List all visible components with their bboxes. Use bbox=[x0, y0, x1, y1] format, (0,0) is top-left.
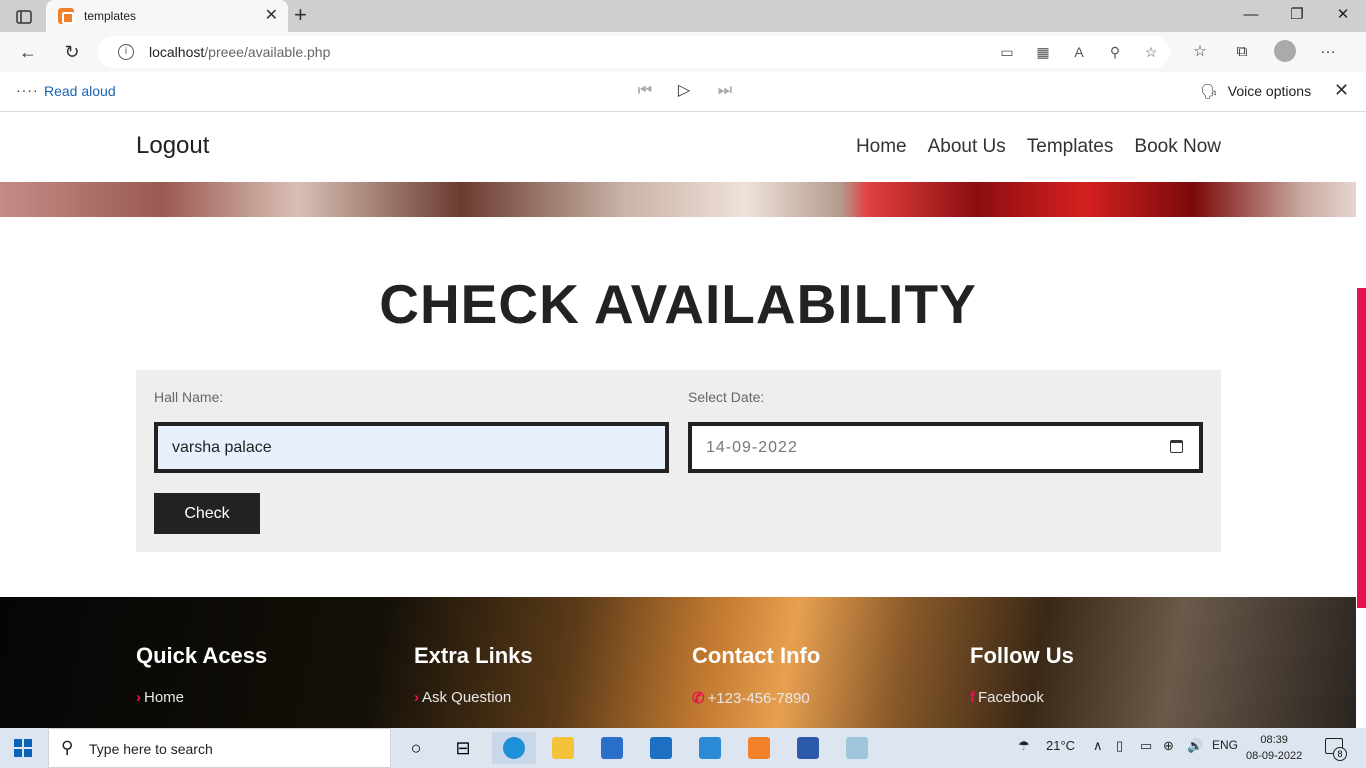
logout-link[interactable]: Logout bbox=[136, 132, 209, 160]
edge-app-icon[interactable] bbox=[492, 732, 536, 764]
date-input[interactable]: 14-09-2022 bbox=[688, 422, 1203, 473]
weather-icon[interactable]: ☂ bbox=[1018, 738, 1030, 754]
windows-start-icon[interactable] bbox=[14, 739, 32, 757]
notepad-icon[interactable] bbox=[835, 732, 879, 764]
xampp-favicon-icon bbox=[58, 8, 74, 24]
menu-about-us[interactable]: About Us bbox=[928, 136, 1006, 158]
word-icon[interactable] bbox=[786, 732, 830, 764]
add-favorite-icon[interactable]: ☆ bbox=[1142, 42, 1160, 62]
header-banner-image bbox=[0, 182, 1356, 217]
search-placeholder: Type here to search bbox=[89, 741, 213, 757]
volume-icon[interactable]: 🔊 bbox=[1187, 738, 1203, 754]
footer-heading: Contact Info bbox=[692, 643, 821, 668]
check-button[interactable]: Check bbox=[154, 493, 260, 534]
chevron-right-icon: › bbox=[136, 689, 141, 706]
tab-actions-icon[interactable] bbox=[10, 6, 38, 28]
notification-count: 8 bbox=[1333, 747, 1347, 761]
app-available-icon[interactable]: ▭ bbox=[998, 42, 1016, 62]
profile-avatar[interactable] bbox=[1274, 40, 1296, 62]
close-read-aloud-icon[interactable]: ✕ bbox=[1334, 80, 1349, 100]
url-text: localhost/preee/available.php bbox=[149, 44, 331, 60]
play-icon[interactable]: ▷ bbox=[672, 81, 696, 101]
chevron-right-icon: › bbox=[414, 689, 419, 706]
file-explorer-icon[interactable] bbox=[541, 732, 585, 764]
zoom-icon[interactable]: ⚲ bbox=[1106, 42, 1124, 62]
footer-extra-links: Extra Links › Ask Question bbox=[414, 643, 533, 706]
system-clock[interactable]: 08:39 08-09-2022 bbox=[1246, 732, 1302, 764]
footer-heading: Follow Us bbox=[970, 643, 1074, 668]
footer-link-facebook[interactable]: f Facebook bbox=[970, 689, 1074, 706]
phone-icon: ✆ bbox=[692, 690, 705, 707]
collections-icon[interactable]: ⧉ bbox=[1232, 40, 1252, 64]
tab-close-icon[interactable]: ✕ bbox=[265, 6, 278, 26]
device-icon[interactable]: ▯ bbox=[1116, 738, 1123, 754]
menu-templates[interactable]: Templates bbox=[1027, 136, 1114, 158]
voice-icon: 🗣 bbox=[1200, 83, 1218, 99]
footer-link-home[interactable]: › Home bbox=[136, 689, 267, 706]
cortana-icon[interactable]: ○ bbox=[394, 732, 438, 764]
footer-phone[interactable]: ✆ +123-456-7890 bbox=[692, 689, 820, 707]
task-view-icon[interactable]: ⊟ bbox=[441, 732, 485, 764]
mail-icon[interactable] bbox=[639, 732, 683, 764]
maximize-button[interactable]: ❐ bbox=[1274, 4, 1320, 26]
footer-link-ask-question[interactable]: › Ask Question bbox=[414, 689, 533, 706]
windows-taskbar: ⚲ Type here to search ○ ⊟ ☂ 21°C ∧ ▯ ▭ ⊕… bbox=[0, 728, 1366, 768]
read-aloud-bar: ···· Read aloud ⏮ ▷ ⏭ 🗣 Voice options ✕ bbox=[0, 72, 1366, 112]
search-icon: ⚲ bbox=[61, 738, 74, 757]
xampp-icon[interactable] bbox=[737, 732, 781, 764]
next-paragraph-icon[interactable]: ⏭ bbox=[713, 81, 737, 101]
address-bar-row: ← ↻ i localhost/preee/available.php ▭ ▦ … bbox=[0, 32, 1366, 72]
footer-quick-access: Quick Acess › Home bbox=[136, 643, 267, 706]
read-aloud-menu-icon[interactable]: ···· bbox=[16, 82, 39, 98]
url-field[interactable]: i localhost/preee/available.php ▭ ▦ A ⚲ … bbox=[98, 36, 1170, 68]
back-arrow-icon[interactable]: ← bbox=[16, 40, 40, 64]
read-aloud-icon[interactable]: A bbox=[1070, 42, 1088, 62]
close-window-button[interactable]: ✕ bbox=[1320, 4, 1366, 26]
select-date-label: Select Date: bbox=[688, 389, 765, 405]
more-menu-icon[interactable]: ··· bbox=[1318, 40, 1338, 64]
site-footer: Quick Acess › Home Extra Links › Ask Quest… bbox=[0, 597, 1356, 728]
footer-heading: Quick Acess bbox=[136, 643, 268, 668]
read-aloud-label: Read aloud bbox=[44, 83, 116, 99]
browser-tab[interactable]: templates ✕ bbox=[46, 0, 288, 32]
page-title: CHECK AVAILABILITY bbox=[379, 273, 977, 335]
menu-book-now[interactable]: Book Now bbox=[1134, 136, 1221, 158]
temperature[interactable]: 21°C bbox=[1046, 738, 1075, 753]
date-value: 14-09-2022 bbox=[706, 439, 798, 456]
footer-contact-info: Contact Info ✆ +123-456-7890 bbox=[692, 643, 820, 707]
site-navbar: Logout Home About Us Templates Book Now bbox=[0, 112, 1356, 182]
availability-form: Hall Name: Select Date: varsha palace 14… bbox=[136, 370, 1221, 552]
web-page: Logout Home About Us Templates Book Now … bbox=[0, 112, 1356, 728]
previous-paragraph-icon[interactable]: ⏮ bbox=[633, 81, 657, 101]
site-info-icon[interactable]: i bbox=[118, 44, 134, 60]
tab-title: templates bbox=[84, 9, 137, 23]
main-menu: Home About Us Templates Book Now bbox=[856, 136, 1221, 158]
battery-icon[interactable]: ▭ bbox=[1140, 738, 1152, 754]
page-scrollbar[interactable] bbox=[1357, 288, 1366, 608]
hall-name-input[interactable]: varsha palace bbox=[154, 422, 669, 473]
language-indicator[interactable]: ENG bbox=[1212, 738, 1238, 752]
network-icon[interactable]: ⊕ bbox=[1163, 738, 1174, 754]
browser-tab-strip: templates ✕ + — ❐ ✕ bbox=[0, 0, 1366, 32]
menu-home[interactable]: Home bbox=[856, 136, 907, 158]
refresh-icon[interactable]: ↻ bbox=[60, 40, 84, 64]
footer-heading: Extra Links bbox=[414, 643, 533, 668]
minimize-button[interactable]: — bbox=[1228, 4, 1274, 26]
show-hidden-icons-icon[interactable]: ∧ bbox=[1093, 738, 1103, 754]
store-icon[interactable] bbox=[590, 732, 634, 764]
hall-name-label: Hall Name: bbox=[154, 389, 224, 405]
facebook-icon: f bbox=[970, 689, 975, 706]
calendar-icon[interactable] bbox=[1170, 440, 1183, 453]
qr-code-icon[interactable]: ▦ bbox=[1034, 42, 1052, 62]
vscode-icon[interactable] bbox=[688, 732, 732, 764]
footer-follow-us: Follow Us f Facebook bbox=[970, 643, 1074, 706]
voice-options-button[interactable]: 🗣 Voice options bbox=[1200, 83, 1311, 100]
taskbar-search-box[interactable]: ⚲ Type here to search bbox=[48, 728, 391, 768]
new-tab-button[interactable]: + bbox=[294, 4, 307, 26]
favorites-icon[interactable]: ☆ bbox=[1190, 40, 1210, 64]
